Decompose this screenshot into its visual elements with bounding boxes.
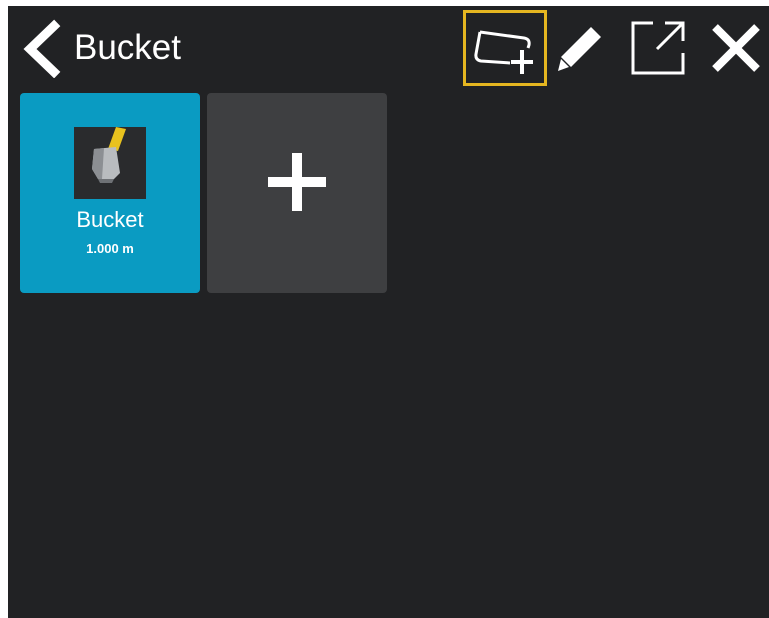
edit-button[interactable] <box>550 10 612 86</box>
tile-size: 1.000 m <box>86 241 134 256</box>
add-outline-button[interactable] <box>463 10 547 86</box>
bucket-tile[interactable]: Bucket 1.000 m <box>20 93 200 293</box>
chevron-left-icon <box>23 19 61 79</box>
add-tile[interactable] <box>207 93 387 293</box>
plus-icon <box>268 153 326 211</box>
back-button[interactable] <box>16 18 66 79</box>
pencil-icon <box>558 27 601 71</box>
page-title: Bucket <box>74 28 181 67</box>
bucket-thumbnail <box>74 127 146 199</box>
close-icon <box>712 24 760 72</box>
app-screen: Bucket Bucket 1.000 m <box>8 6 769 618</box>
add-outline-icon <box>474 30 533 74</box>
bucket-icon <box>92 127 126 183</box>
tile-name: Bucket <box>76 207 144 232</box>
export-button[interactable] <box>624 10 692 86</box>
header-bar: Bucket <box>8 6 769 90</box>
close-button[interactable] <box>704 10 768 86</box>
export-icon <box>631 21 685 75</box>
